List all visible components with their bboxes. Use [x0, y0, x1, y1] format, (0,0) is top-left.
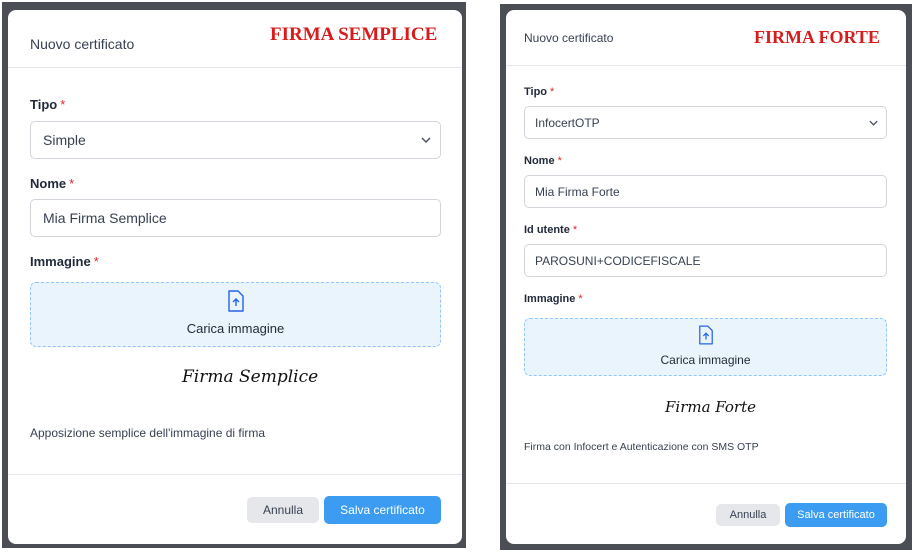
dialog-header: Nuovo certificato FIRMA SEMPLICE — [8, 10, 462, 68]
cancel-button[interactable]: Annulla — [716, 504, 780, 526]
required-asterisk — [573, 224, 577, 236]
nome-label: Nome — [524, 155, 562, 167]
stamp-label: FIRMA SEMPLICE — [270, 24, 438, 45]
tipo-label: Tipo — [30, 97, 65, 112]
id-utente-input[interactable]: PAROSUNI+CODICEFISCALE — [524, 244, 887, 277]
nome-input[interactable]: Mia Firma Forte — [524, 175, 887, 208]
signature-preview: Firma Forte — [665, 398, 757, 416]
tipo-select[interactable]: Simple — [30, 121, 441, 159]
immagine-label: Immagine — [524, 293, 583, 305]
upload-label: Carica immagine — [660, 353, 751, 367]
tipo-label: Tipo — [524, 86, 554, 98]
nome-input[interactable]: Mia Firma Semplice — [30, 199, 441, 237]
image-upload-dropzone[interactable]: Carica immagine — [524, 318, 887, 376]
required-asterisk — [558, 155, 562, 167]
image-upload-dropzone[interactable]: Carica immagine — [30, 282, 441, 347]
nome-label: Nome — [30, 176, 74, 191]
immagine-label: Immagine — [30, 254, 99, 269]
required-asterisk — [550, 86, 554, 98]
required-asterisk — [60, 97, 65, 112]
nome-input-value: Mia Firma Forte — [535, 184, 620, 199]
file-upload-icon — [698, 325, 713, 345]
dialog-title: Nuovo certificato — [30, 36, 135, 52]
tipo-selected-value: Simple — [43, 132, 86, 148]
dialog-title: Nuovo certificato — [524, 31, 614, 45]
cancel-button[interactable]: Annulla — [247, 497, 319, 523]
id-utente-label: Id utente — [524, 224, 577, 236]
required-asterisk — [578, 293, 582, 305]
nome-input-value: Mia Firma Semplice — [43, 210, 167, 226]
left-certificate-dialog: Nuovo certificato FIRMA SEMPLICE Tipo Si… — [8, 10, 462, 544]
signature-preview: Firma Semplice — [182, 367, 319, 387]
save-certificate-button[interactable]: Salva certificato — [324, 496, 441, 524]
right-certificate-dialog: Nuovo certificato FIRMA FORTE Tipo Infoc… — [506, 10, 906, 544]
dialog-footer: Annulla Salva certificato — [8, 474, 462, 544]
save-certificate-button[interactable]: Salva certificato — [785, 503, 887, 527]
dialog-footer: Annulla Salva certificato — [506, 483, 906, 544]
chevron-down-icon — [421, 137, 431, 144]
id-utente-input-value: PAROSUNI+CODICEFISCALE — [535, 253, 701, 268]
tipo-select[interactable]: InfocertOTP — [524, 106, 887, 139]
upload-label: Carica immagine — [186, 321, 285, 336]
required-asterisk — [69, 176, 74, 191]
chevron-down-icon — [869, 120, 878, 126]
tipo-selected-value: InfocertOTP — [535, 115, 600, 130]
file-upload-icon — [227, 290, 244, 312]
required-asterisk — [94, 254, 99, 269]
dialog-header: Nuovo certificato FIRMA FORTE — [506, 10, 906, 66]
certificate-description: Firma con Infocert e Autenticazione con … — [524, 441, 759, 453]
certificate-description: Apposizione semplice dell'immagine di fi… — [30, 426, 266, 440]
stamp-label: FIRMA FORTE — [754, 27, 880, 47]
